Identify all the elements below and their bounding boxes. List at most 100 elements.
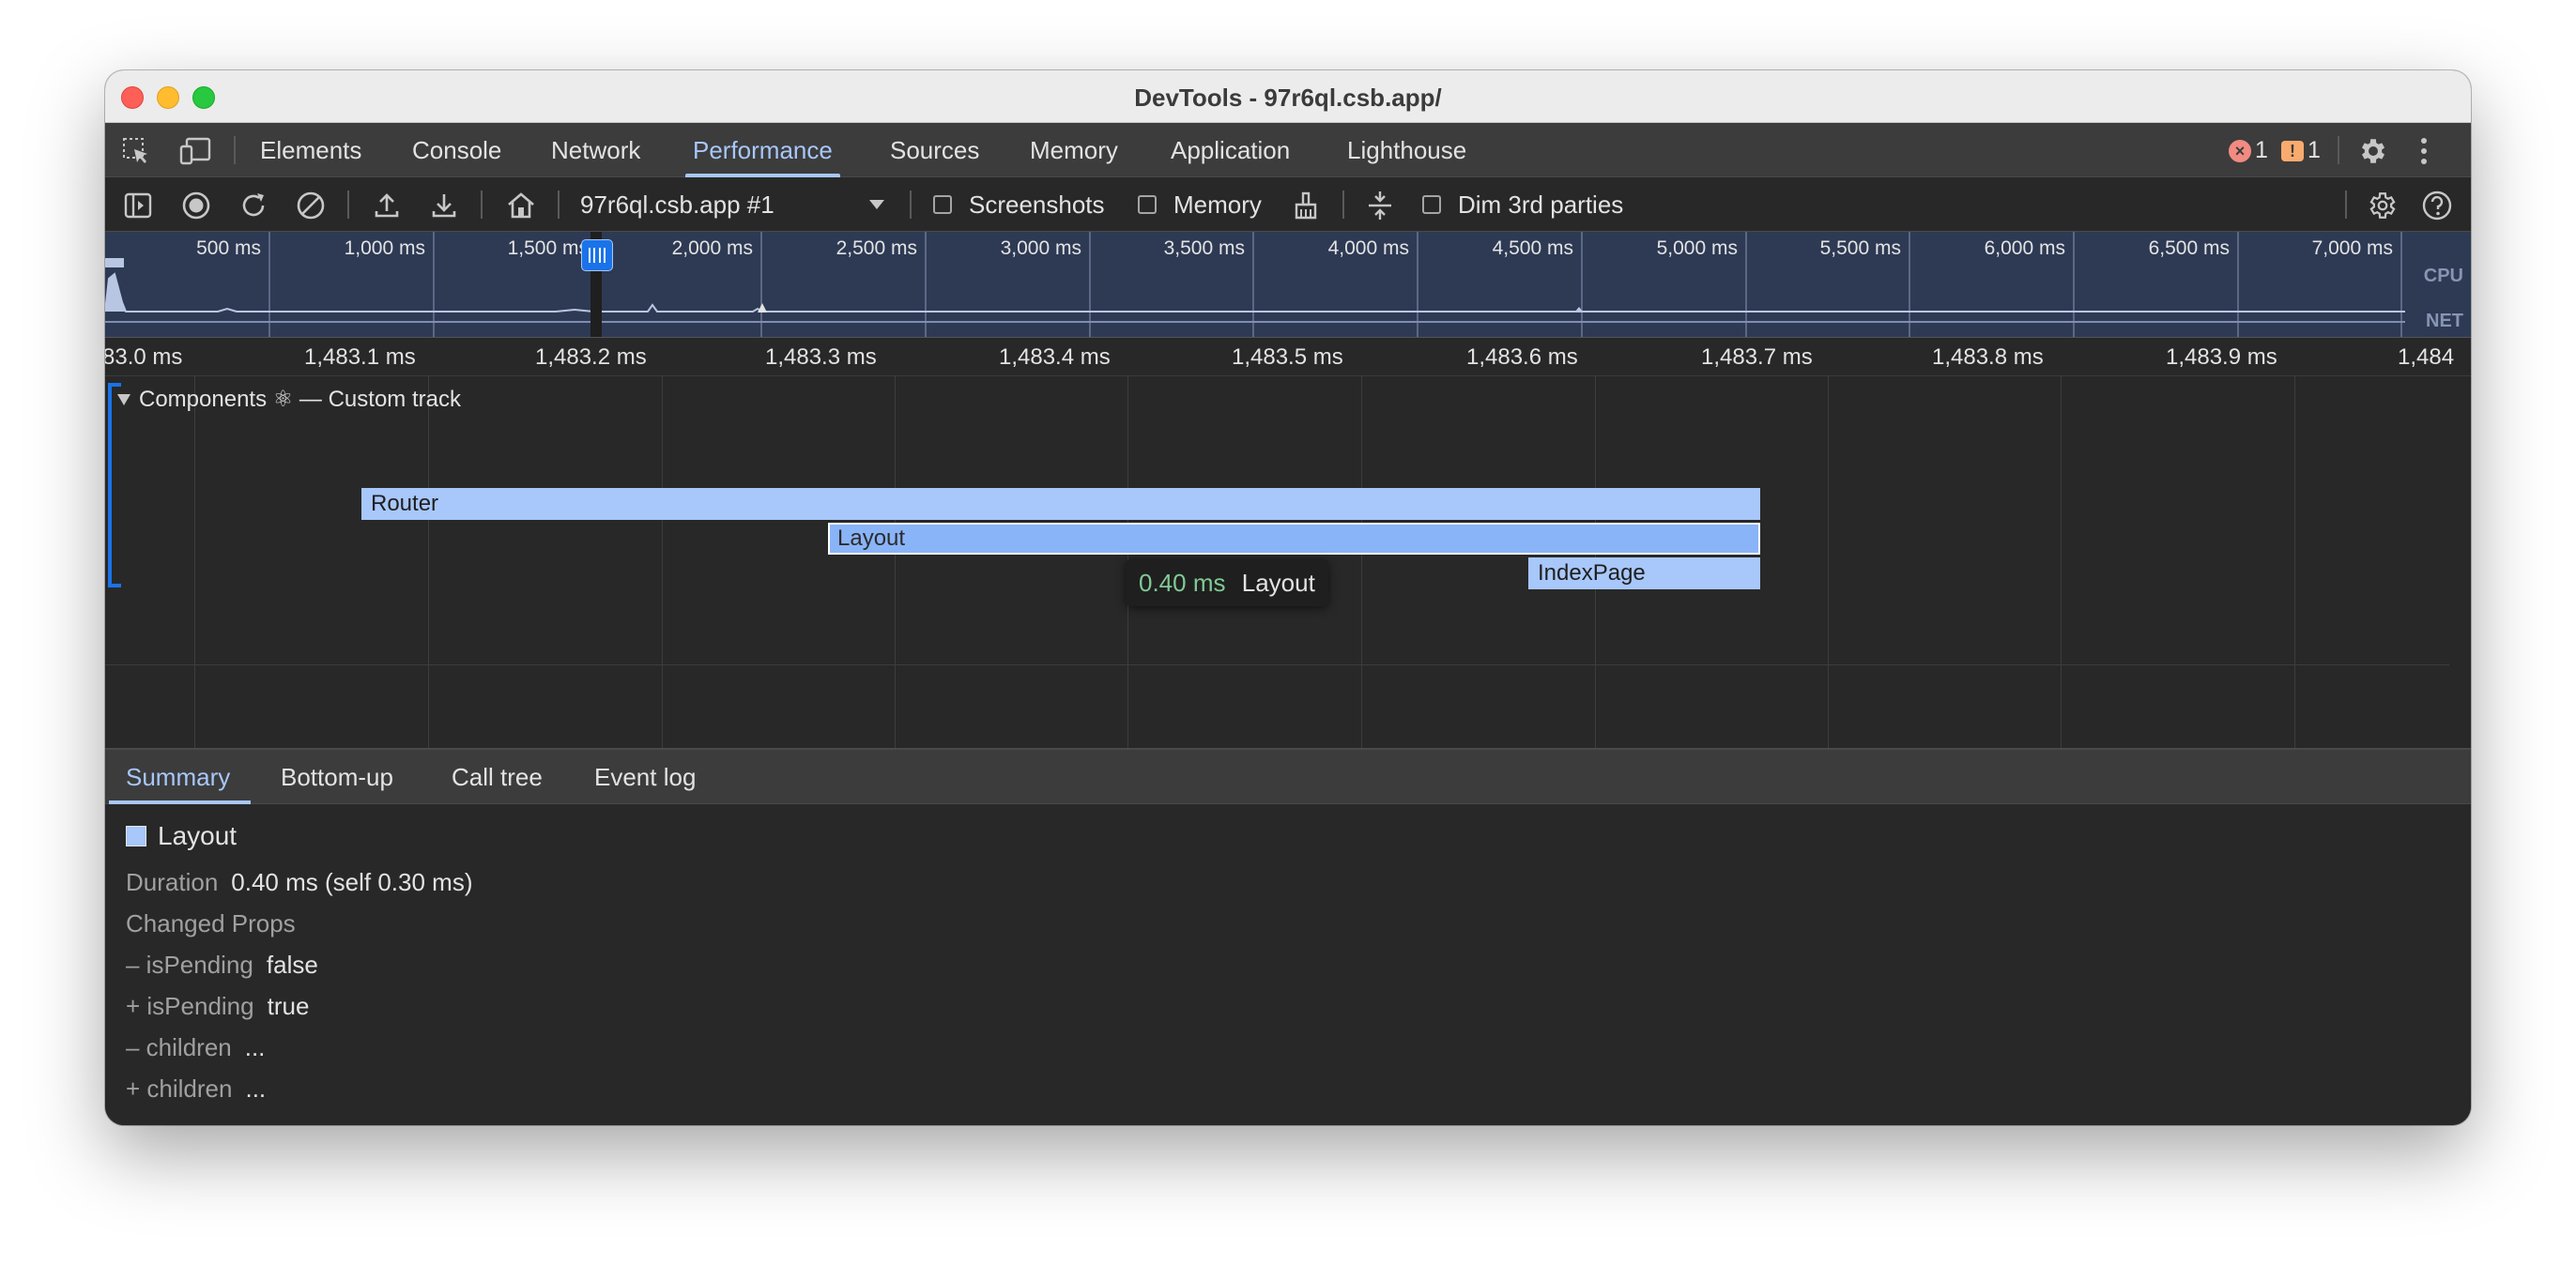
- custom-track-header[interactable]: Components ⚛ — Custom track: [116, 386, 461, 413]
- flame-bar-indexpage[interactable]: IndexPage: [1528, 557, 1760, 589]
- ruler-tick-label: 1,484: [2398, 344, 2454, 370]
- capture-settings-gear-icon[interactable]: [2366, 189, 2400, 222]
- ruler-tick-label: 1,483.9 ms: [2166, 344, 2277, 370]
- error-count-badge[interactable]: × 1: [2229, 137, 2268, 164]
- collapse-tracks-icon[interactable]: [1363, 188, 1397, 223]
- dim-third-parties-checkbox[interactable]: [1422, 195, 1441, 214]
- tab-event-log[interactable]: Event log: [594, 750, 696, 804]
- tab-bottom-up[interactable]: Bottom-up: [281, 750, 393, 804]
- performance-toolbar: 97r6ql.csb.app #1 Screenshots Memory Dim…: [105, 177, 2471, 232]
- duration-row: Duration 0.40 ms (self 0.30 ms): [126, 868, 472, 897]
- toggle-sidebar-icon[interactable]: [122, 190, 154, 221]
- overview-selection-handle[interactable]: [581, 239, 613, 271]
- tab-application[interactable]: Application: [1171, 123, 1290, 177]
- tab-memory[interactable]: Memory: [1030, 123, 1118, 177]
- net-track-label: NET: [2426, 311, 2463, 331]
- tab-call-tree[interactable]: Call tree: [452, 750, 543, 804]
- chevron-down-icon[interactable]: [866, 195, 888, 214]
- changed-props-label: Changed Props: [126, 909, 296, 937]
- broom-icon[interactable]: [1290, 190, 1322, 221]
- prop-row: – isPending false: [126, 951, 318, 980]
- ruler-tick-label: 1,483.1 ms: [304, 344, 416, 370]
- separator: [234, 136, 236, 164]
- clear-icon[interactable]: [295, 190, 327, 221]
- more-options-icon[interactable]: [2413, 134, 2435, 168]
- flame-gridline: [662, 376, 663, 748]
- help-icon[interactable]: [2420, 189, 2454, 222]
- track-divider: [105, 664, 2449, 665]
- tooltip-duration: 0.40 ms: [1139, 569, 1226, 597]
- tab-summary[interactable]: Summary: [108, 750, 252, 804]
- time-ruler: 83.0 ms 1,483.1 ms 1,483.2 ms 1,483.3 ms…: [105, 337, 2471, 376]
- prop-key: + isPending: [126, 992, 254, 1020]
- panel-tab-bar: Elements Console Network Performance Sou…: [105, 123, 2471, 177]
- prop-value: true: [267, 992, 310, 1020]
- error-icon: ×: [2229, 139, 2251, 162]
- ruler-tick-label: 1,483.2 ms: [535, 344, 647, 370]
- tab-console[interactable]: Console: [412, 123, 501, 177]
- download-icon[interactable]: [428, 190, 460, 221]
- flame-gridline: [1828, 376, 1829, 748]
- tab-sources[interactable]: Sources: [890, 123, 979, 177]
- tab-elements[interactable]: Elements: [260, 123, 361, 177]
- ruler-tick-label: 83.0 ms: [105, 344, 183, 370]
- flame-gridline: [2061, 376, 2062, 748]
- timeline-overview[interactable]: 500 ms 1,000 ms 1,500 ms 2,000 ms 2,500 …: [105, 232, 2471, 337]
- prop-value: false: [266, 951, 318, 979]
- flame-gridline: [1361, 376, 1362, 748]
- prop-value: ...: [244, 1033, 266, 1061]
- prop-key: – children: [126, 1033, 232, 1061]
- warning-count: 1: [2308, 137, 2321, 163]
- separator: [558, 191, 560, 219]
- category-color-swatch: [126, 826, 146, 846]
- separator: [910, 191, 912, 219]
- memory-checkbox[interactable]: [1138, 195, 1157, 214]
- tab-lighthouse[interactable]: Lighthouse: [1347, 123, 1466, 177]
- prop-row: + isPending true: [126, 992, 309, 1021]
- changed-props-heading: Changed Props: [126, 909, 296, 938]
- triangle-down-icon: [117, 393, 130, 405]
- prop-key: + children: [126, 1074, 233, 1103]
- flame-tooltip: 0.40 ms Layout: [1126, 559, 1328, 606]
- settings-gear-icon[interactable]: [2356, 134, 2390, 168]
- home-icon[interactable]: [504, 190, 538, 221]
- flame-bar-router[interactable]: Router: [361, 488, 1760, 520]
- recording-select[interactable]: 97r6ql.csb.app #1: [580, 177, 774, 232]
- inspect-element-icon[interactable]: [120, 135, 152, 167]
- flame-chart[interactable]: Components ⚛ — Custom track Router Layou…: [105, 376, 2471, 748]
- ruler-tick-label: 1,483.6 ms: [1466, 344, 1578, 370]
- warning-icon: !: [2281, 140, 2304, 161]
- separator: [347, 191, 349, 219]
- separator: [2338, 136, 2339, 164]
- window-title: DevTools - 97r6ql.csb.app/: [1134, 84, 1442, 112]
- ruler-tick-label: 1,483.5 ms: [1232, 344, 1343, 370]
- upload-icon[interactable]: [371, 190, 403, 221]
- warning-count-badge[interactable]: ! 1: [2281, 137, 2321, 164]
- duration-key: Duration: [126, 868, 219, 896]
- flame-gridline: [194, 376, 195, 748]
- track-group-bracket-bottom: [108, 584, 121, 587]
- separator: [2345, 191, 2347, 219]
- devtools-window: DevTools - 97r6ql.csb.app/ Elements Cons…: [105, 70, 2471, 1125]
- record-icon[interactable]: [180, 190, 212, 221]
- summary-event-name: Layout: [158, 821, 238, 850]
- flame-bar-layout[interactable]: Layout: [828, 523, 1760, 555]
- error-count: 1: [2255, 137, 2268, 163]
- cpu-activity-graph: [105, 258, 2405, 323]
- prop-row: + children...: [126, 1074, 266, 1104]
- flame-gridline: [428, 376, 429, 748]
- tooltip-name: Layout: [1241, 569, 1315, 597]
- prop-value: ...: [245, 1074, 267, 1103]
- ruler-tick-label: 1,483.8 ms: [1932, 344, 2044, 370]
- tab-performance[interactable]: Performance: [685, 123, 840, 177]
- prop-row: – children...: [126, 1033, 265, 1062]
- memory-label: Memory: [1173, 191, 1262, 219]
- screenshots-label: Screenshots: [969, 191, 1105, 219]
- reload-record-icon[interactable]: [238, 190, 269, 221]
- duration-value: 0.40 ms (self 0.30 ms): [231, 868, 473, 896]
- device-toolbar-icon[interactable]: [178, 135, 214, 167]
- tab-network[interactable]: Network: [551, 123, 640, 177]
- dim-third-parties-label: Dim 3rd parties: [1458, 191, 1624, 219]
- ruler-tick-label: 1,483.7 ms: [1701, 344, 1813, 370]
- screenshots-checkbox[interactable]: [933, 195, 952, 214]
